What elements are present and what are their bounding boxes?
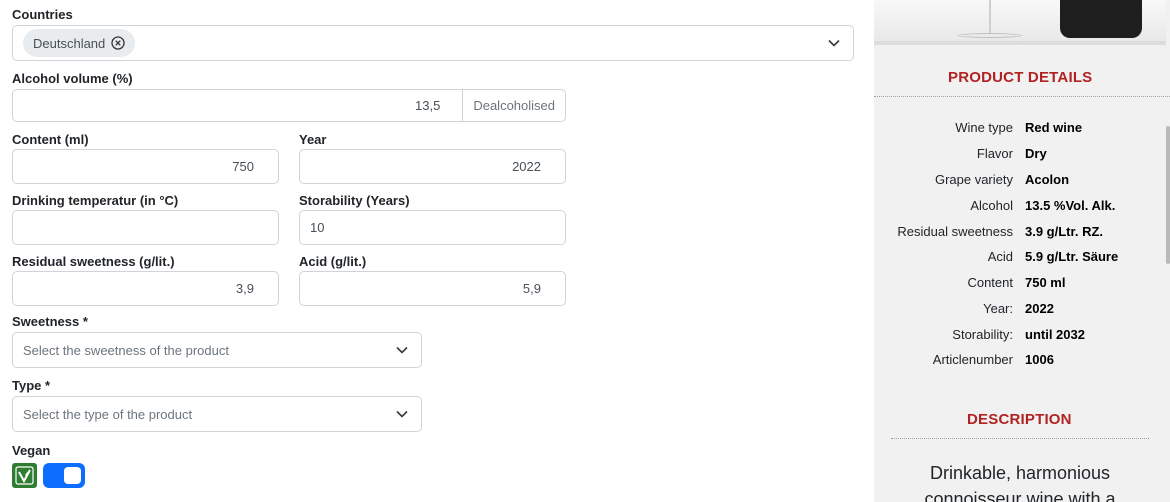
detail-value: until 2032 <box>1025 327 1085 342</box>
storability-label: Storability (Years) <box>299 193 410 208</box>
product-image <box>874 0 1166 45</box>
sweetness-label: Sweetness * <box>12 314 88 329</box>
detail-value: Dry <box>1025 146 1047 161</box>
alcohol-label: Alcohol volume (%) <box>12 71 133 86</box>
detail-key: Grape variety <box>934 172 1013 187</box>
detail-value: 1006 <box>1025 352 1054 367</box>
detail-value: 5.9 g/Ltr. Säure <box>1025 249 1119 264</box>
drinking-temp-label: Drinking temperatur (in °C) <box>12 193 179 208</box>
vegan-label: Vegan <box>12 443 51 458</box>
detail-value: Acolon <box>1025 172 1070 187</box>
wine-glass-base <box>958 33 1022 38</box>
detail-key: Residual sweetness <box>897 224 1013 239</box>
detail-row: Grape variety Acolon <box>874 172 1166 192</box>
detail-key: Alcohol <box>970 198 1013 213</box>
product-details-title: PRODUCT DETAILS <box>948 69 1093 86</box>
details-divider <box>874 96 1170 97</box>
acid-input[interactable]: 5,9 <box>299 271 566 306</box>
countries-label: Countries <box>12 7 73 22</box>
panel-scrollbar[interactable] <box>1166 126 1170 264</box>
detail-value: 3.9 g/Ltr. RZ. <box>1025 224 1104 239</box>
wine-glass-stem <box>989 0 991 34</box>
detail-row: Storability: until 2032 <box>874 327 1166 347</box>
detail-key: Wine type <box>955 120 1013 135</box>
detail-row: Year: 2022 <box>874 301 1166 321</box>
alcohol-input-group: 13,5 Dealcoholised <box>12 89 566 122</box>
toggle-knob <box>64 467 81 484</box>
detail-key: Year: <box>983 301 1013 316</box>
detail-key: Flavor <box>976 146 1013 161</box>
type-label: Type * <box>12 378 51 393</box>
residual-sweetness-input[interactable]: 3,9 <box>12 271 279 306</box>
detail-row: Acid 5.9 g/Ltr. Säure <box>874 249 1166 269</box>
acid-label: Acid (g/lit.) <box>299 254 367 269</box>
alcohol-input[interactable]: 13,5 <box>12 89 463 122</box>
photo-shadow <box>874 41 1166 45</box>
detail-row: Residual sweetness 3.9 g/Ltr. RZ. <box>874 224 1166 244</box>
detail-value: 13.5 %Vol. Alk. <box>1025 198 1116 213</box>
description-divider <box>891 438 1149 439</box>
content-input[interactable]: 750 <box>12 149 279 184</box>
year-input[interactable]: 2022 <box>299 149 566 184</box>
detail-key: Content <box>967 275 1013 290</box>
description-text: Drinkable, harmonious <box>929 463 1111 483</box>
detail-key: Articlenumber <box>932 352 1013 367</box>
type-select[interactable]: Select the type of the product <box>12 396 422 432</box>
description-text: connoisseur wine with a <box>924 489 1116 502</box>
type-placeholder: Select the type of the product <box>23 406 193 422</box>
year-label: Year <box>299 132 327 147</box>
storability-input[interactable]: 10 <box>299 210 566 245</box>
detail-row: Flavor Dry <box>874 146 1166 166</box>
drinking-temp-input[interactable] <box>12 210 279 245</box>
detail-row: Content 750 ml <box>874 275 1166 295</box>
country-chip[interactable]: Deutschland <box>23 29 136 57</box>
sweetness-placeholder: Select the sweetness of the product <box>23 342 229 358</box>
vegan-toggle[interactable] <box>43 463 85 488</box>
content-label: Content (ml) <box>12 132 89 147</box>
residual-sweetness-label: Residual sweetness (g/lit.) <box>12 254 175 269</box>
detail-value: 2022 <box>1025 301 1054 316</box>
description-title: DESCRIPTION <box>967 411 1072 428</box>
detail-row: Articlenumber 1006 <box>874 352 1166 372</box>
chevron-down-icon <box>396 346 408 354</box>
detail-key: Acid <box>987 249 1013 264</box>
chevron-down-icon <box>396 410 408 418</box>
sweetness-select[interactable]: Select the sweetness of the product <box>12 332 422 368</box>
countries-select[interactable]: Deutschland <box>12 25 854 61</box>
detail-row: Wine type Red wine <box>874 120 1166 140</box>
detail-value: Red wine <box>1025 120 1083 135</box>
close-circle-icon[interactable] <box>111 36 125 50</box>
wine-bottle <box>1060 0 1142 38</box>
detail-value: 750 ml <box>1025 275 1066 290</box>
vegan-leaf-icon <box>12 463 37 488</box>
detail-row: Alcohol 13.5 %Vol. Alk. <box>874 198 1166 218</box>
country-chip-label: Deutschland <box>33 35 106 51</box>
dealcoholised-button[interactable]: Dealcoholised <box>462 89 566 122</box>
detail-key: Storability: <box>952 327 1013 342</box>
chevron-down-icon[interactable] <box>827 36 841 50</box>
